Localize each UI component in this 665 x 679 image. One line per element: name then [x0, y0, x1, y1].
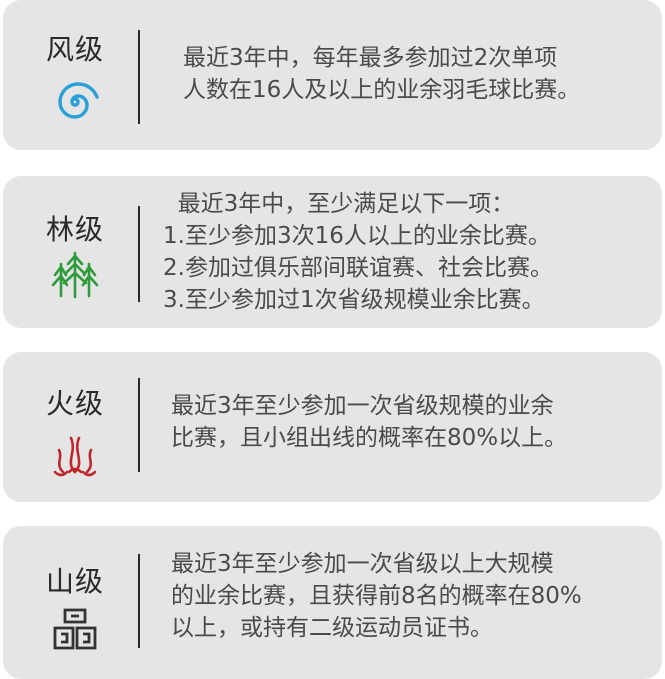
level-name: 火级: [45, 387, 104, 420]
level-name: 风级: [45, 33, 104, 66]
level-card-mountain: 山级 最近3年至少参加一次省级以上大规模 的业余比赛，且获得前8名的概率在80%…: [3, 526, 662, 679]
description-line: 的业余比赛，且获得前8名的概率在80%: [171, 583, 582, 609]
level-card-wind: 风级 最近3年中，每年最多参加过2次单项 人数在16人及以上的业余羽毛球比赛。: [3, 0, 662, 150]
level-description: 最近3年中，至少满足以下一项： 1.至少参加3次16人以上的业余比赛。 2.参加…: [163, 188, 553, 316]
divider: [138, 206, 140, 302]
description-line: 以上，或持有二级运动员证书。: [171, 615, 493, 641]
description-line: 2.参加过俱乐部间联谊赛、社会比赛。: [163, 255, 553, 281]
description-line: 3.至少参加过1次省级规模业余比赛。: [163, 287, 545, 313]
divider: [138, 378, 140, 472]
description-line: 比赛，且小组出线的概率在80%以上。: [171, 425, 568, 451]
wind-swirl-icon: [58, 82, 99, 119]
mountain-glyph-icon: [53, 608, 97, 650]
level-description: 最近3年中，每年最多参加过2次单项 人数在16人及以上的业余羽毛球比赛。: [183, 42, 580, 106]
level-description: 最近3年至少参加一次省级以上大规模 的业余比赛，且获得前8名的概率在80% 以上…: [171, 548, 582, 644]
level-card-fire: 火级 最近3年至少参加一次省级规模的业余 比赛，且小组出线的概率在80%以上。: [3, 352, 662, 502]
description-line: 人数在16人及以上的业余羽毛球比赛。: [183, 77, 581, 103]
description-line: 最近3年中，每年最多参加过2次单项: [183, 45, 558, 71]
fire-flame-icon: [53, 436, 97, 477]
divider: [138, 30, 140, 124]
description-line: 最近3年至少参加一次省级规模的业余: [171, 393, 554, 419]
level-description: 最近3年至少参加一次省级规模的业余 比赛，且小组出线的概率在80%以上。: [171, 390, 567, 454]
description-line: 最近3年至少参加一次省级以上大规模: [171, 551, 554, 577]
level-name: 林级: [45, 213, 104, 246]
divider: [138, 554, 140, 648]
level-name: 山级: [45, 565, 104, 598]
description-line: 1.至少参加3次16人以上的业余比赛。: [163, 223, 551, 249]
forest-trees-icon: [51, 251, 99, 299]
description-line: 最近3年中，至少满足以下一项：: [163, 191, 515, 217]
level-card-forest: 林级 最近3年中，至少满足以下一项： 1.至少参加3次16人以上的业余比赛。 2…: [3, 176, 662, 328]
